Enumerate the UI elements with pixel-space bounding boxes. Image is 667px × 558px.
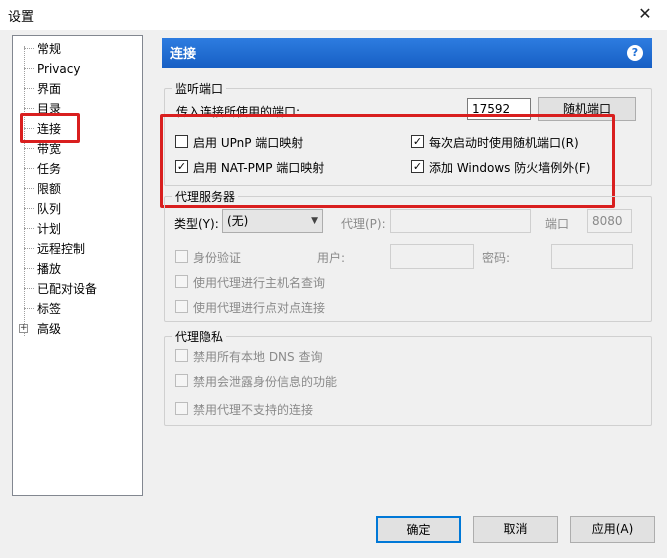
close-icon[interactable]: ✕ (632, 3, 658, 25)
disable-unsupported-checkbox[interactable] (175, 402, 188, 415)
expand-icon[interactable]: + (19, 324, 28, 333)
disable-dns-label: 禁用所有本地 DNS 查询 (193, 350, 323, 364)
p2p-proxy-label: 使用代理进行点对点连接 (193, 301, 326, 315)
cancel-button[interactable]: 取消 (473, 516, 558, 543)
hostname-lookup-label: 使用代理进行主机名查询 (193, 276, 326, 290)
tree-item-tasks[interactable]: 任务 (13, 159, 142, 179)
tree-item-remote[interactable]: 远程控制 (13, 239, 142, 259)
highlight-box-connection (20, 113, 80, 143)
p2p-proxy-checkbox[interactable] (175, 300, 188, 313)
disable-dns-checkbox[interactable] (175, 349, 188, 362)
password-label: 密码: (482, 251, 511, 265)
tree-item-interface[interactable]: 界面 (13, 79, 142, 99)
tree-item-queue[interactable]: 队列 (13, 199, 142, 219)
tree-item-general[interactable]: 常规 (13, 39, 142, 59)
apply-button[interactable]: 应用(A) (570, 516, 655, 543)
dialog-footer: 确定 取消 应用(A) (0, 508, 667, 558)
user-input[interactable] (390, 244, 474, 269)
tree-item-quota[interactable]: 限额 (13, 179, 142, 199)
proxy-port-input[interactable]: 8080 (587, 209, 632, 233)
proxy-type-label: 类型(Y): (174, 217, 219, 231)
auth-checkbox[interactable] (175, 250, 188, 263)
proxy-group-title: 代理服务器 (172, 188, 239, 205)
tree-item-playback[interactable]: 播放 (13, 259, 142, 279)
window-title: 设置 (8, 10, 35, 25)
settings-tree: 常规 Privacy 界面 目录 连接 带宽 任务 限额 队列 计划 远程控制 … (12, 35, 143, 496)
section-header: 连接 ? (162, 38, 652, 68)
proxy-type-select[interactable]: (无) ▼ (222, 209, 323, 233)
tree-item-labels[interactable]: 标签 (13, 299, 142, 319)
title-bar: 设置 ✕ (0, 0, 667, 30)
proxy-host-label: 代理(P): (341, 217, 386, 231)
hostname-lookup-checkbox[interactable] (175, 275, 188, 288)
proxy-host-input[interactable] (390, 209, 531, 233)
auth-label: 身份验证 (193, 251, 242, 265)
disable-unsupported-label: 禁用代理不支持的连接 (193, 403, 314, 417)
tree-item-advanced[interactable]: + 高级 (13, 319, 142, 339)
ok-button[interactable]: 确定 (376, 516, 461, 543)
tree-item-privacy[interactable]: Privacy (13, 59, 142, 79)
disable-leak-label: 禁用会泄露身份信息的功能 (193, 375, 338, 389)
tree-item-paired-devices[interactable]: 已配对设备 (13, 279, 142, 299)
password-input[interactable] (551, 244, 633, 269)
listen-group-title: 监听端口 (172, 80, 227, 97)
chevron-down-icon: ▼ (311, 216, 318, 226)
section-title: 连接 (170, 47, 197, 62)
disable-leak-checkbox[interactable] (175, 374, 188, 387)
privacy-group-title: 代理隐私 (172, 328, 227, 345)
user-label: 用户: (317, 251, 346, 265)
help-icon[interactable]: ? (627, 45, 643, 61)
proxy-port-label: 端口 (545, 217, 570, 231)
proxy-type-value: (无) (227, 214, 249, 228)
tree-item-schedule[interactable]: 计划 (13, 219, 142, 239)
